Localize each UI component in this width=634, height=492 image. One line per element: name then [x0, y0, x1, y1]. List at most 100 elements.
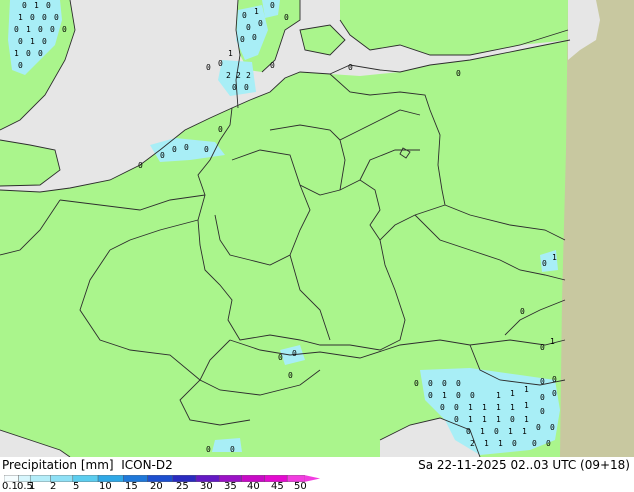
svg-text:0: 0	[454, 403, 459, 412]
svg-text:0: 0	[540, 343, 545, 352]
svg-text:0: 0	[244, 83, 249, 92]
svg-text:1: 1	[26, 25, 31, 34]
svg-text:0: 0	[206, 63, 211, 72]
svg-text:0: 0	[232, 83, 237, 92]
scale-tick-11: 40	[247, 481, 260, 492]
svg-text:0: 0	[218, 125, 223, 134]
svg-text:1: 1	[468, 415, 473, 424]
svg-text:1: 1	[482, 415, 487, 424]
svg-text:2: 2	[236, 71, 241, 80]
svg-text:0: 0	[230, 445, 235, 454]
scale-tick-0: 0.1	[2, 481, 18, 492]
scale-tick-4: 5	[73, 481, 80, 492]
svg-text:1: 1	[550, 337, 555, 346]
svg-text:0: 0	[542, 259, 547, 268]
svg-text:0: 0	[552, 389, 557, 398]
svg-text:1: 1	[254, 7, 259, 16]
svg-text:0: 0	[160, 151, 165, 160]
svg-text:0: 0	[242, 11, 247, 20]
svg-text:1: 1	[34, 1, 39, 10]
svg-text:1: 1	[552, 253, 557, 262]
svg-text:0: 0	[62, 25, 67, 34]
svg-text:0: 0	[38, 25, 43, 34]
svg-text:0: 0	[456, 379, 461, 388]
legend-title: Precipitation [mm] ICON-D2	[2, 458, 173, 472]
svg-text:2: 2	[246, 71, 251, 80]
svg-text:0: 0	[38, 49, 43, 58]
scale-tick-10: 35	[224, 481, 237, 492]
svg-text:0: 0	[540, 407, 545, 416]
svg-text:1: 1	[508, 427, 513, 436]
svg-text:1: 1	[510, 403, 515, 412]
svg-text:0: 0	[348, 63, 353, 72]
legend-bar: Precipitation [mm] ICON-D2 Sa 22-11-2025…	[0, 457, 634, 492]
svg-text:0: 0	[246, 23, 251, 32]
scale-tick-2: 1	[29, 481, 36, 492]
svg-text:0: 0	[252, 33, 257, 42]
svg-text:1: 1	[14, 49, 19, 58]
svg-text:0: 0	[292, 349, 297, 358]
svg-text:0: 0	[470, 391, 475, 400]
svg-text:0: 0	[284, 13, 289, 22]
scale-tick-13: 50	[294, 481, 307, 492]
svg-text:1: 1	[496, 415, 501, 424]
svg-text:0: 0	[138, 161, 143, 170]
svg-text:0: 0	[30, 13, 35, 22]
scale-tick-3: 2	[50, 481, 57, 492]
svg-text:0: 0	[172, 145, 177, 154]
svg-text:2: 2	[470, 439, 475, 448]
svg-text:0: 0	[50, 25, 55, 34]
svg-text:0: 0	[454, 415, 459, 424]
svg-text:0: 0	[510, 415, 515, 424]
svg-text:0: 0	[240, 35, 245, 44]
svg-text:0: 0	[26, 49, 31, 58]
svg-text:1: 1	[496, 403, 501, 412]
svg-text:1: 1	[524, 385, 529, 394]
svg-text:0: 0	[532, 439, 537, 448]
svg-text:0: 0	[218, 59, 223, 68]
svg-text:1: 1	[18, 13, 23, 22]
svg-text:0: 0	[258, 19, 263, 28]
svg-text:1: 1	[522, 427, 527, 436]
svg-text:1: 1	[496, 391, 501, 400]
model-label: ICON-D2	[121, 458, 173, 472]
svg-text:0: 0	[466, 427, 471, 436]
svg-text:0: 0	[204, 145, 209, 154]
svg-text:0: 0	[54, 13, 59, 22]
svg-text:1: 1	[484, 439, 489, 448]
precipitation-map: 010 1000 01000 010 100 0 01 00 00 00 001…	[0, 0, 634, 457]
svg-text:0: 0	[270, 1, 275, 10]
svg-text:2: 2	[226, 71, 231, 80]
svg-text:1: 1	[30, 37, 35, 46]
outside-domain-band	[560, 0, 634, 457]
svg-text:1: 1	[524, 401, 529, 410]
svg-text:0: 0	[288, 371, 293, 380]
scale-tick-7: 20	[150, 481, 163, 492]
svg-text:1: 1	[498, 439, 503, 448]
svg-text:0: 0	[520, 307, 525, 316]
svg-text:0: 0	[206, 445, 211, 454]
svg-text:0: 0	[540, 393, 545, 402]
svg-text:0: 0	[552, 375, 557, 384]
scale-arrow	[304, 475, 321, 482]
scale-tick-6: 15	[125, 481, 138, 492]
svg-text:0: 0	[428, 379, 433, 388]
svg-text:0: 0	[512, 439, 517, 448]
svg-text:0: 0	[536, 423, 541, 432]
svg-text:1: 1	[442, 391, 447, 400]
svg-text:0: 0	[456, 69, 461, 78]
svg-text:0: 0	[428, 391, 433, 400]
svg-text:0: 0	[46, 1, 51, 10]
svg-text:0: 0	[278, 353, 283, 362]
scale-tick-12: 45	[271, 481, 284, 492]
scale-tick-8: 25	[176, 481, 189, 492]
scale-tick-5: 10	[99, 481, 112, 492]
svg-text:0: 0	[494, 427, 499, 436]
svg-text:1: 1	[228, 49, 233, 58]
svg-text:0: 0	[14, 25, 19, 34]
svg-text:0: 0	[546, 439, 551, 448]
svg-text:0: 0	[456, 391, 461, 400]
svg-text:0: 0	[440, 403, 445, 412]
svg-text:0: 0	[442, 379, 447, 388]
precipitation-label: Precipitation [mm]	[2, 458, 114, 472]
